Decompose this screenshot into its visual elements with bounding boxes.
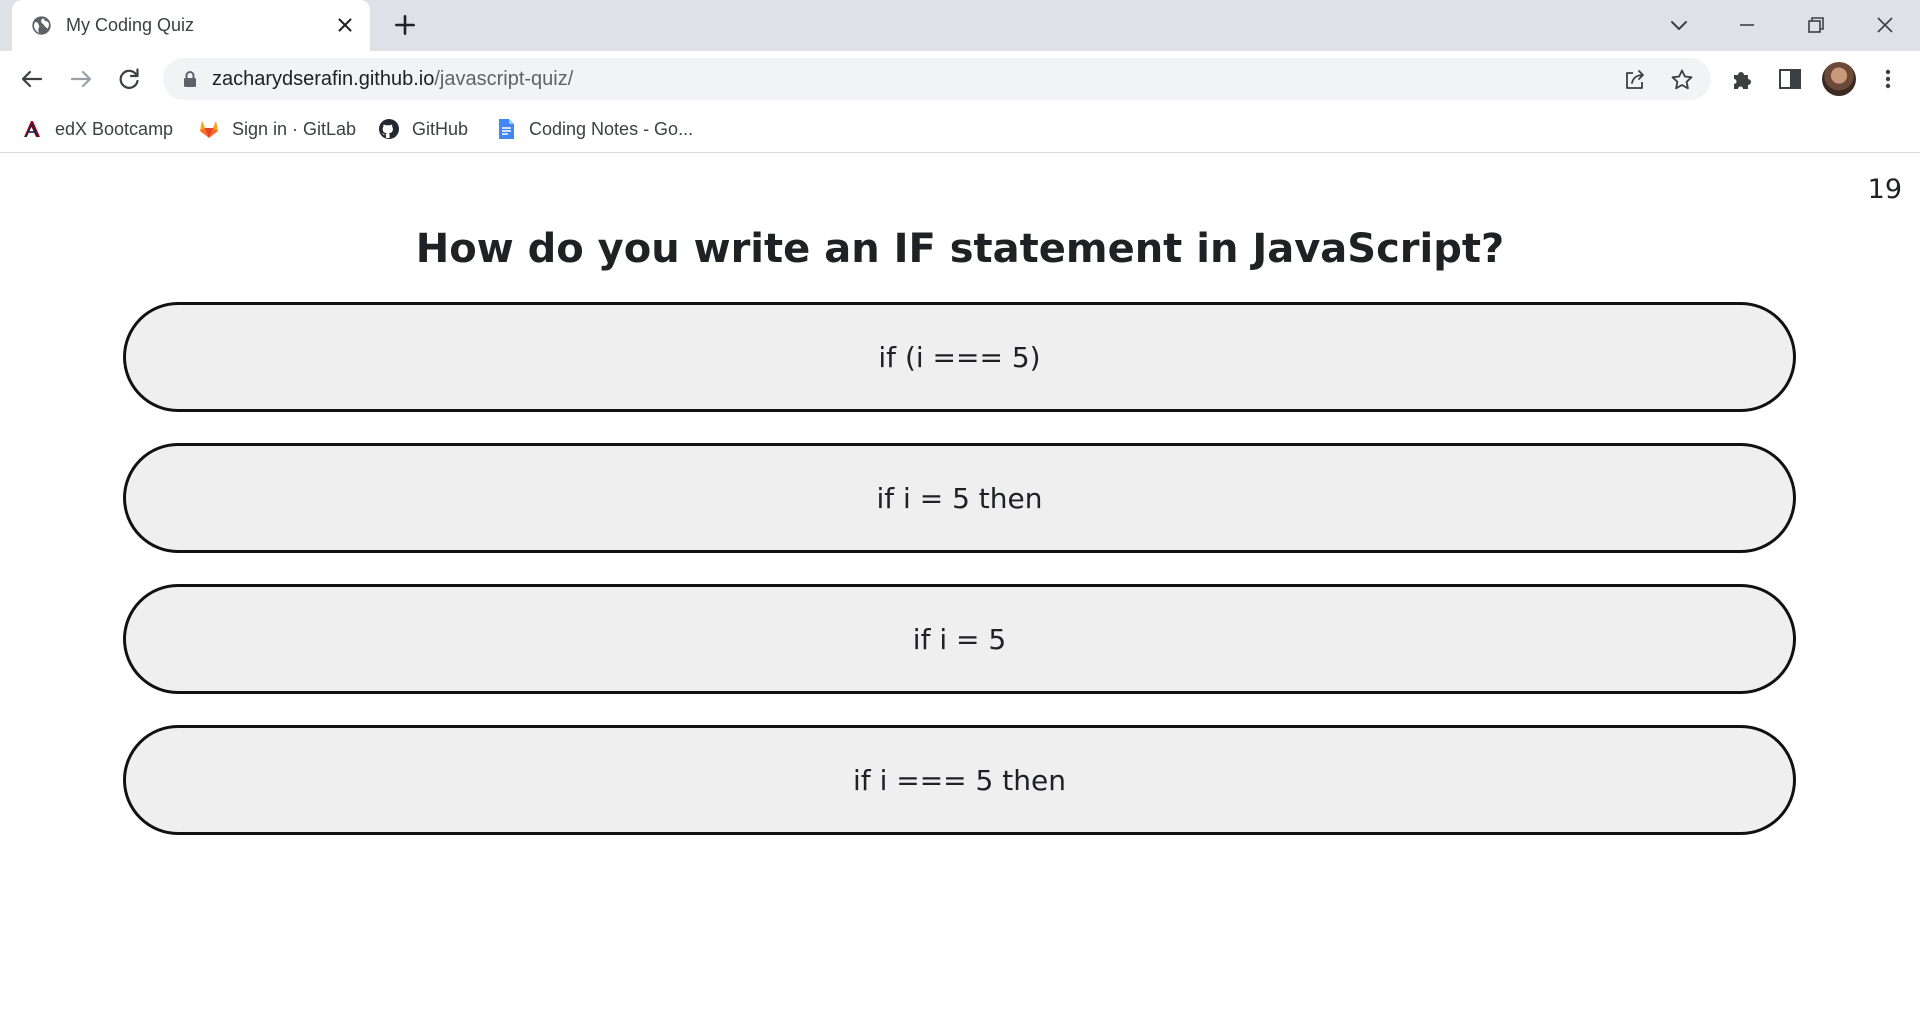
forward-arrow-icon[interactable] xyxy=(66,64,96,94)
answer-button-1[interactable]: if (i === 5) xyxy=(123,302,1796,412)
tab-title: My Coding Quiz xyxy=(66,15,195,35)
tab-strip: My Coding Quiz xyxy=(0,0,1920,51)
gitlab-icon xyxy=(200,121,218,138)
reload-icon[interactable] xyxy=(114,64,144,94)
close-window-icon[interactable] xyxy=(1870,10,1900,40)
browser-tab[interactable]: My Coding Quiz xyxy=(12,0,370,51)
quiz-page: 19 How do you write an IF statement in J… xyxy=(0,154,1920,1025)
share-icon[interactable] xyxy=(1622,67,1648,93)
minimize-icon[interactable] xyxy=(1732,10,1762,40)
github-icon xyxy=(379,119,399,139)
lock-icon[interactable] xyxy=(182,70,198,88)
side-panel-icon[interactable] xyxy=(1776,65,1804,93)
back-arrow-icon[interactable] xyxy=(17,64,47,94)
bookmarks-bar: edX Bootcamp Sign in · GitLab GitHub Cod… xyxy=(0,107,1920,153)
bookmark-label: edX Bootcamp xyxy=(55,118,174,139)
bookmark-gitlab[interactable]: Sign in · GitLab xyxy=(198,115,356,143)
answer-button-3[interactable]: if i = 5 xyxy=(123,584,1796,694)
browser-toolbar: zacharydserafin.github.io/javascript-qui… xyxy=(0,51,1920,107)
answer-button-4[interactable]: if i === 5 then xyxy=(123,725,1796,835)
globe-icon xyxy=(32,16,51,35)
bookmark-label: Coding Notes - Go... xyxy=(529,118,694,139)
bookmark-edx[interactable]: edX Bootcamp xyxy=(21,115,173,143)
google-docs-icon xyxy=(499,119,514,139)
url-host: zacharydserafin.github.io xyxy=(212,68,435,90)
countdown-timer: 19 xyxy=(1867,174,1902,205)
bookmark-github[interactable]: GitHub xyxy=(378,115,468,143)
arizona-a-icon xyxy=(24,121,40,138)
bookmark-label: Sign in · GitLab xyxy=(232,118,357,139)
address-bar[interactable]: zacharydserafin.github.io/javascript-qui… xyxy=(163,58,1711,100)
bookmark-coding-notes[interactable]: Coding Notes - Go... xyxy=(495,115,693,143)
answer-button-2[interactable]: if i = 5 then xyxy=(123,443,1796,553)
new-tab-icon[interactable] xyxy=(392,12,418,38)
profile-avatar[interactable] xyxy=(1822,62,1856,96)
bookmark-star-icon[interactable] xyxy=(1669,67,1695,93)
tab-search-chevron-icon[interactable] xyxy=(1664,10,1694,40)
answer-list: if (i === 5) if i = 5 then if i = 5 if i… xyxy=(123,302,1796,866)
url-text[interactable]: zacharydserafin.github.io/javascript-qui… xyxy=(212,68,573,91)
restore-icon[interactable] xyxy=(1801,10,1831,40)
extensions-puzzle-icon[interactable] xyxy=(1729,65,1757,93)
close-tab-icon[interactable] xyxy=(334,14,356,36)
kebab-menu-icon[interactable] xyxy=(1874,65,1902,93)
bookmark-label: GitHub xyxy=(412,118,469,139)
url-path: /javascript-quiz/ xyxy=(434,68,574,90)
question-heading: How do you write an IF statement in Java… xyxy=(415,226,1505,272)
